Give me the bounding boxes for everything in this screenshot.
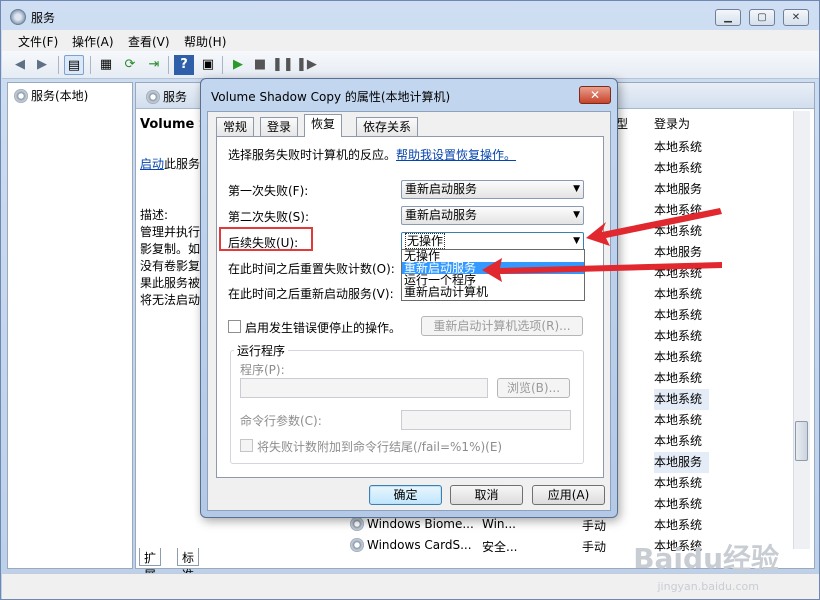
arrow-to-option — [482, 258, 722, 282]
arrow-to-select — [586, 208, 722, 246]
annotation-arrows — [482, 208, 722, 282]
